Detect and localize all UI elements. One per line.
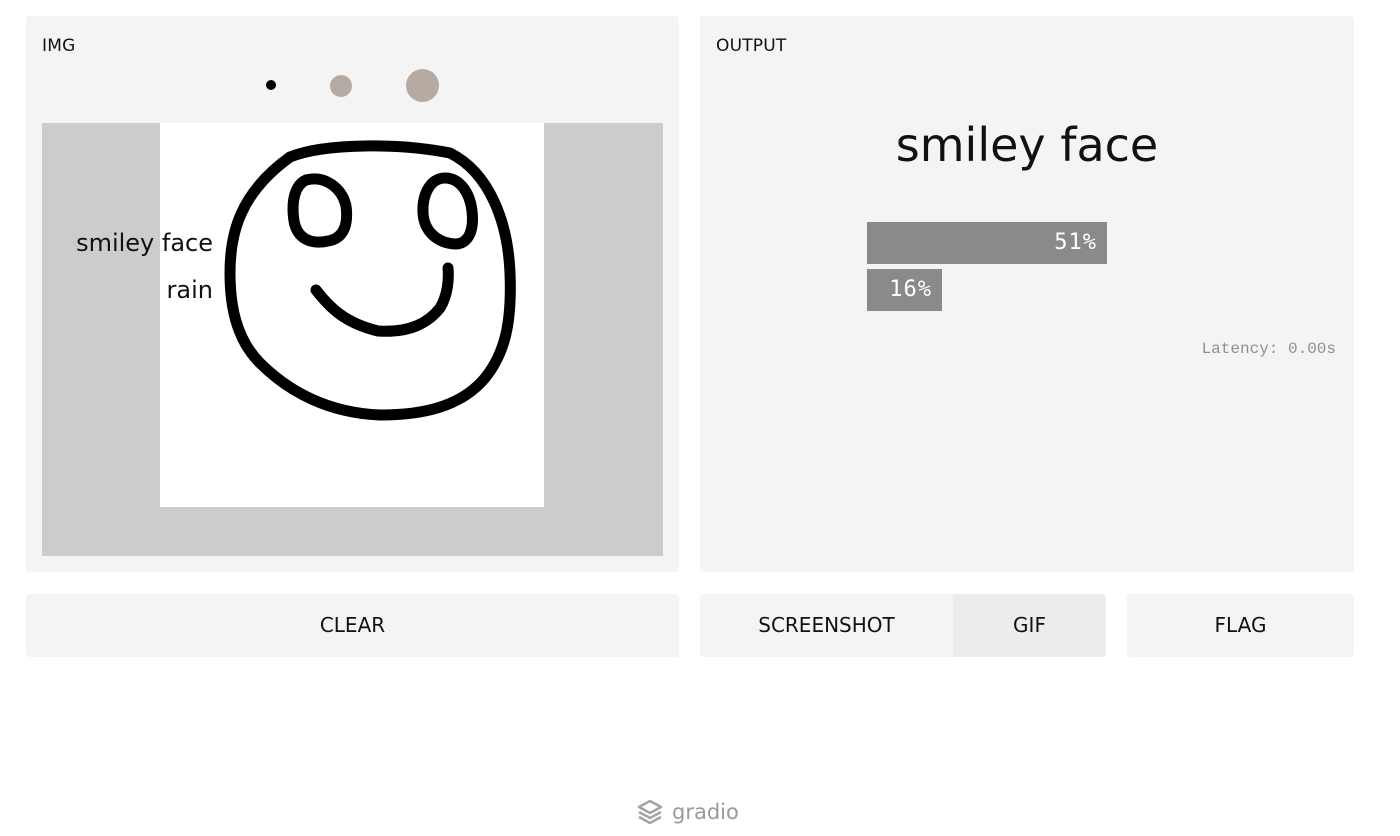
flag-button[interactable]: FLAG bbox=[1127, 594, 1354, 657]
gradio-logo-icon bbox=[637, 799, 663, 825]
right-eye-stroke bbox=[417, 172, 478, 250]
screenshot-button[interactable]: SCREENSHOT bbox=[700, 594, 953, 657]
confidence-percent: 16% bbox=[889, 277, 932, 302]
smiley-sketch bbox=[224, 140, 516, 421]
gif-button[interactable]: GIF bbox=[953, 594, 1106, 657]
confidence-bar: 16% bbox=[867, 269, 942, 311]
brush-size-large-icon[interactable] bbox=[406, 69, 439, 102]
sketchpad-canvas[interactable] bbox=[160, 123, 544, 507]
output-label: OUTPUT bbox=[716, 36, 787, 56]
input-label: IMG bbox=[42, 36, 76, 56]
confidence-label: smiley face bbox=[76, 229, 213, 257]
clear-button[interactable]: CLEAR bbox=[26, 594, 679, 657]
export-button-group: SCREENSHOT GIF bbox=[700, 594, 1106, 657]
smile-stroke bbox=[310, 262, 454, 337]
brush-size-small-icon[interactable] bbox=[266, 80, 276, 90]
predicted-label: smiley face bbox=[895, 118, 1159, 172]
footer-brand[interactable]: gradio bbox=[636, 796, 739, 828]
confidence-bar: 51% bbox=[867, 222, 1107, 264]
gradio-brand-text: gradio bbox=[672, 800, 739, 824]
left-eye-stroke bbox=[287, 173, 353, 248]
sketchpad-frame bbox=[42, 123, 663, 556]
brush-size-medium-icon[interactable] bbox=[330, 75, 352, 97]
confidence-percent: 51% bbox=[1054, 230, 1097, 255]
confidence-label: rain bbox=[166, 276, 213, 304]
latency-text: Latency: 0.00s bbox=[1201, 340, 1336, 358]
output-panel: OUTPUT smiley face smiley face 51% rain … bbox=[76, 16, 1354, 572]
